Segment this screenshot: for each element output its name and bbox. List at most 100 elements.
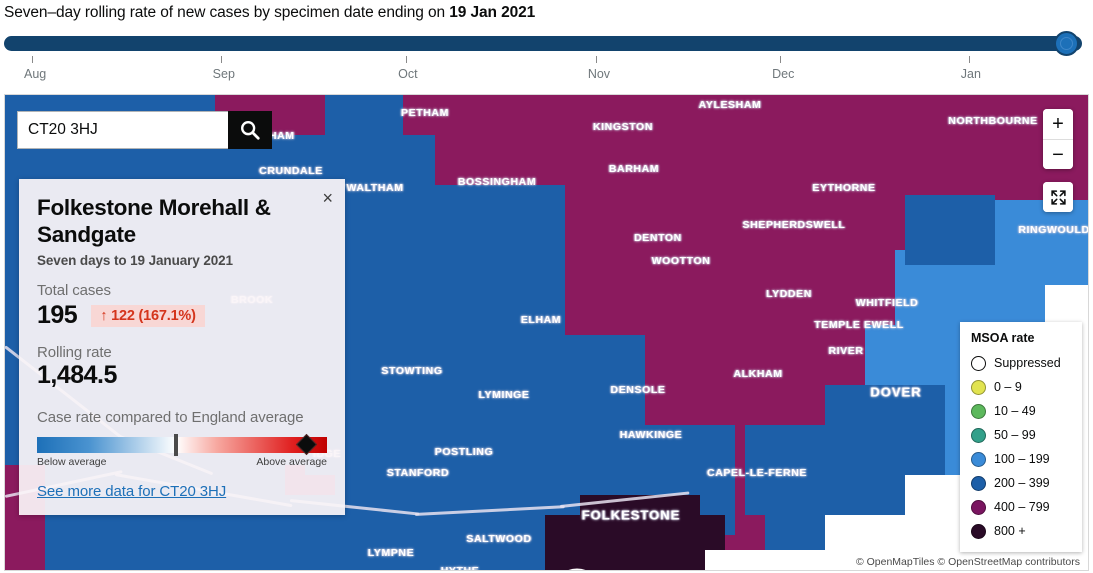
timeline-tick-labels: Aug Sep Oct Nov Dec Jan (0, 56, 1093, 92)
timeline-handle[interactable] (1053, 31, 1079, 56)
legend-title: MSOA rate (971, 331, 1035, 345)
map-place-label: LYMINGE (478, 389, 530, 401)
legend-item-label: 400 – 799 (994, 500, 1050, 514)
legend-rows: Suppressed 0 – 9 10 – 49 50 – 99 100 – 199 20… (971, 351, 1072, 543)
map-place-label: STOWTING (381, 365, 443, 377)
below-average-label: Below average (37, 455, 107, 468)
map-place-label: FOLKESTONE (581, 507, 681, 523)
map-place-label: STANFORD (386, 467, 450, 479)
map-legend: MSOA rate Suppressed 0 – 9 10 – 49 50 – 99 1… (960, 322, 1082, 552)
choropleth-map[interactable]: PETHAM AYLESHAM KINGSTON NORTHBOURNE SHAM BAR… (4, 94, 1089, 571)
timeline-tick: Nov (588, 56, 610, 81)
legend-item[interactable]: 100 – 199 (971, 447, 1072, 471)
legend-color-swatch (971, 475, 986, 491)
legend-color-swatch (971, 403, 986, 419)
postcode-search (17, 111, 272, 149)
timeline-track[interactable] (4, 36, 1082, 51)
gradient-end-labels: Below average Above average (37, 456, 327, 470)
timeline-tick: Jan (961, 56, 981, 81)
tick-label: Dec (772, 67, 795, 81)
map-place-label: EYTHORNE (812, 182, 876, 194)
map-place-label: RINGWOULD (1018, 224, 1089, 236)
legend-item[interactable]: 400 – 799 (971, 495, 1072, 519)
rolling-rate-value: 1,484.5 (37, 361, 117, 390)
legend-item[interactable]: 50 – 99 (971, 423, 1072, 447)
map-place-label: PETHAM (401, 107, 449, 119)
map-place-label: SALTWOOD (466, 533, 532, 545)
legend-color-swatch (971, 451, 986, 467)
map-place-label: WHITFIELD (855, 297, 919, 309)
search-button[interactable] (228, 111, 272, 149)
map-place-label: CAPEL-LE-FERNE (707, 467, 807, 479)
timeline-tick: Sep (213, 56, 235, 81)
legend-item-label: 200 – 399 (994, 476, 1050, 490)
map-place-label: BOSSINGHAM (457, 176, 537, 188)
see-more-data-link[interactable]: See more data for CT20 3HJ (37, 483, 226, 500)
panel-area-title: Folkestone Morehall & Sandgate (37, 195, 271, 247)
page-title-date: 19 Jan 2021 (449, 4, 536, 21)
zoom-out-button[interactable]: − (1043, 139, 1073, 169)
page-title: Seven–day rolling rate of new cases by s… (0, 0, 1093, 26)
map-place-label: TEMPLE EWELL (814, 319, 904, 331)
map-place-label: KINGSTON (592, 121, 654, 133)
legend-item[interactable]: 800 + (971, 519, 1072, 543)
total-cases-label: Total cases (37, 282, 111, 300)
map-controls: + − (1043, 109, 1073, 225)
map-region-800-plus[interactable] (580, 495, 700, 570)
legend-item[interactable]: Suppressed (971, 351, 1072, 375)
timeline-tick: Aug (24, 56, 46, 81)
location-pin[interactable] (553, 568, 601, 570)
map-region-200-399[interactable] (905, 195, 995, 265)
legend-color-swatch (971, 523, 986, 539)
timeline-tick: Dec (772, 56, 794, 81)
tick-mark (220, 56, 222, 63)
change-badge: ↑ 122 (167.1%) (91, 304, 205, 327)
map-place-label: HAWKINGE (619, 429, 683, 441)
map-place-label: LYMPNE (367, 547, 415, 559)
tick-label: Oct (398, 67, 418, 81)
fullscreen-control-group (1043, 182, 1073, 212)
legend-color-swatch (971, 427, 986, 443)
legend-color-swatch (971, 355, 986, 371)
tick-mark (968, 56, 970, 63)
total-cases-value: 195 (37, 301, 78, 330)
gradient-midpoint-marker (174, 433, 179, 456)
legend-item[interactable]: 0 – 9 (971, 375, 1072, 399)
map-place-label: RIVER (828, 345, 864, 357)
legend-color-swatch (971, 379, 986, 395)
map-place-label: HYTHE (440, 565, 480, 571)
expand-icon (1050, 189, 1066, 205)
map-place-label: POSTLING (434, 446, 494, 458)
date-timeline[interactable]: Aug Sep Oct Nov Dec Jan (0, 30, 1093, 92)
comparison-gradient (37, 433, 327, 456)
search-input[interactable] (17, 111, 228, 149)
legend-item-label: 100 – 199 (994, 452, 1050, 466)
tick-label: Aug (24, 67, 47, 81)
map-place-label: WOOTTON (651, 255, 711, 267)
map-place-label: NORTHBOURNE (948, 115, 1038, 127)
tick-mark (32, 56, 34, 63)
page-title-prefix: Seven–day rolling rate of new cases by s… (4, 4, 450, 21)
tick-mark (595, 56, 597, 63)
legend-item-label: Suppressed (994, 356, 1061, 370)
tick-label: Sep (212, 67, 235, 81)
tick-label: Nov (587, 67, 611, 81)
legend-color-swatch (971, 499, 986, 515)
search-icon (241, 121, 260, 140)
map-place-label: WALTHAM (346, 182, 404, 194)
fullscreen-button[interactable] (1043, 182, 1073, 212)
tick-mark (780, 56, 782, 63)
zoom-control-group: + − (1043, 109, 1073, 169)
zoom-in-button[interactable]: + (1043, 109, 1073, 139)
close-panel-button[interactable]: × (322, 189, 333, 207)
panel-date-range: Seven days to 19 January 2021 (37, 253, 233, 269)
map-place-label: AYLESHAM (698, 99, 762, 111)
legend-item[interactable]: 10 – 49 (971, 399, 1072, 423)
rolling-rate-label: Rolling rate (37, 344, 112, 362)
legend-item[interactable]: 200 – 399 (971, 471, 1072, 495)
location-pin-icon (568, 568, 586, 570)
legend-item-label: 800 + (994, 524, 1026, 538)
above-average-label: Above average (256, 455, 327, 468)
map-place-label: CRUNDALE (259, 165, 323, 177)
tick-mark (406, 56, 408, 63)
